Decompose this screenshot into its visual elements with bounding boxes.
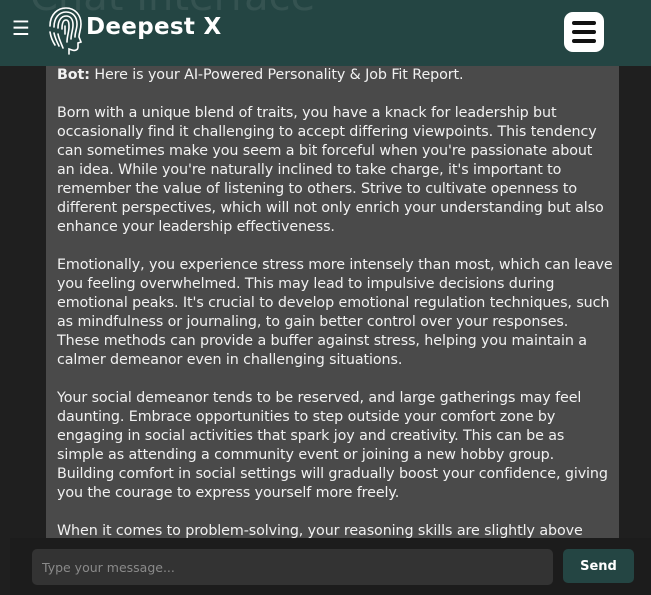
hamburger-icon-bar (572, 30, 596, 34)
head-fingerprint-icon (49, 7, 83, 55)
message-input[interactable] (32, 549, 553, 585)
brand-name: Deepest X (86, 14, 222, 40)
message-intro: Bot: Here is your AI-Powered Personality… (57, 66, 613, 85)
hamburger-icon[interactable]: ☰ (10, 17, 32, 39)
send-button[interactable]: Send (563, 549, 634, 583)
bot-message: Bot: Here is your AI-Powered Personality… (57, 66, 613, 538)
message-paragraph: Born with a unique blend of traits, you … (57, 105, 604, 235)
hamburger-icon (572, 21, 596, 25)
message-sender: Bot: (57, 67, 90, 83)
message-paragraph: Your social demeanor tends to be reserve… (57, 390, 608, 501)
message-composer: Send (10, 538, 651, 595)
menu-button[interactable] (564, 12, 604, 52)
hamburger-icon-bar (572, 39, 596, 43)
chat-app: Chat Interface ☰ Deepest X Bot: (0, 0, 651, 595)
message-intro-text: Here is your AI-Powered Personality & Jo… (94, 67, 464, 83)
message-paragraph: Emotionally, you experience stress more … (57, 257, 613, 368)
app-header: Chat Interface ☰ Deepest X (0, 0, 651, 66)
chat-messages[interactable]: Bot: Here is your AI-Powered Personality… (46, 66, 619, 538)
message-paragraph: When it comes to problem-solving, your r… (57, 523, 583, 538)
